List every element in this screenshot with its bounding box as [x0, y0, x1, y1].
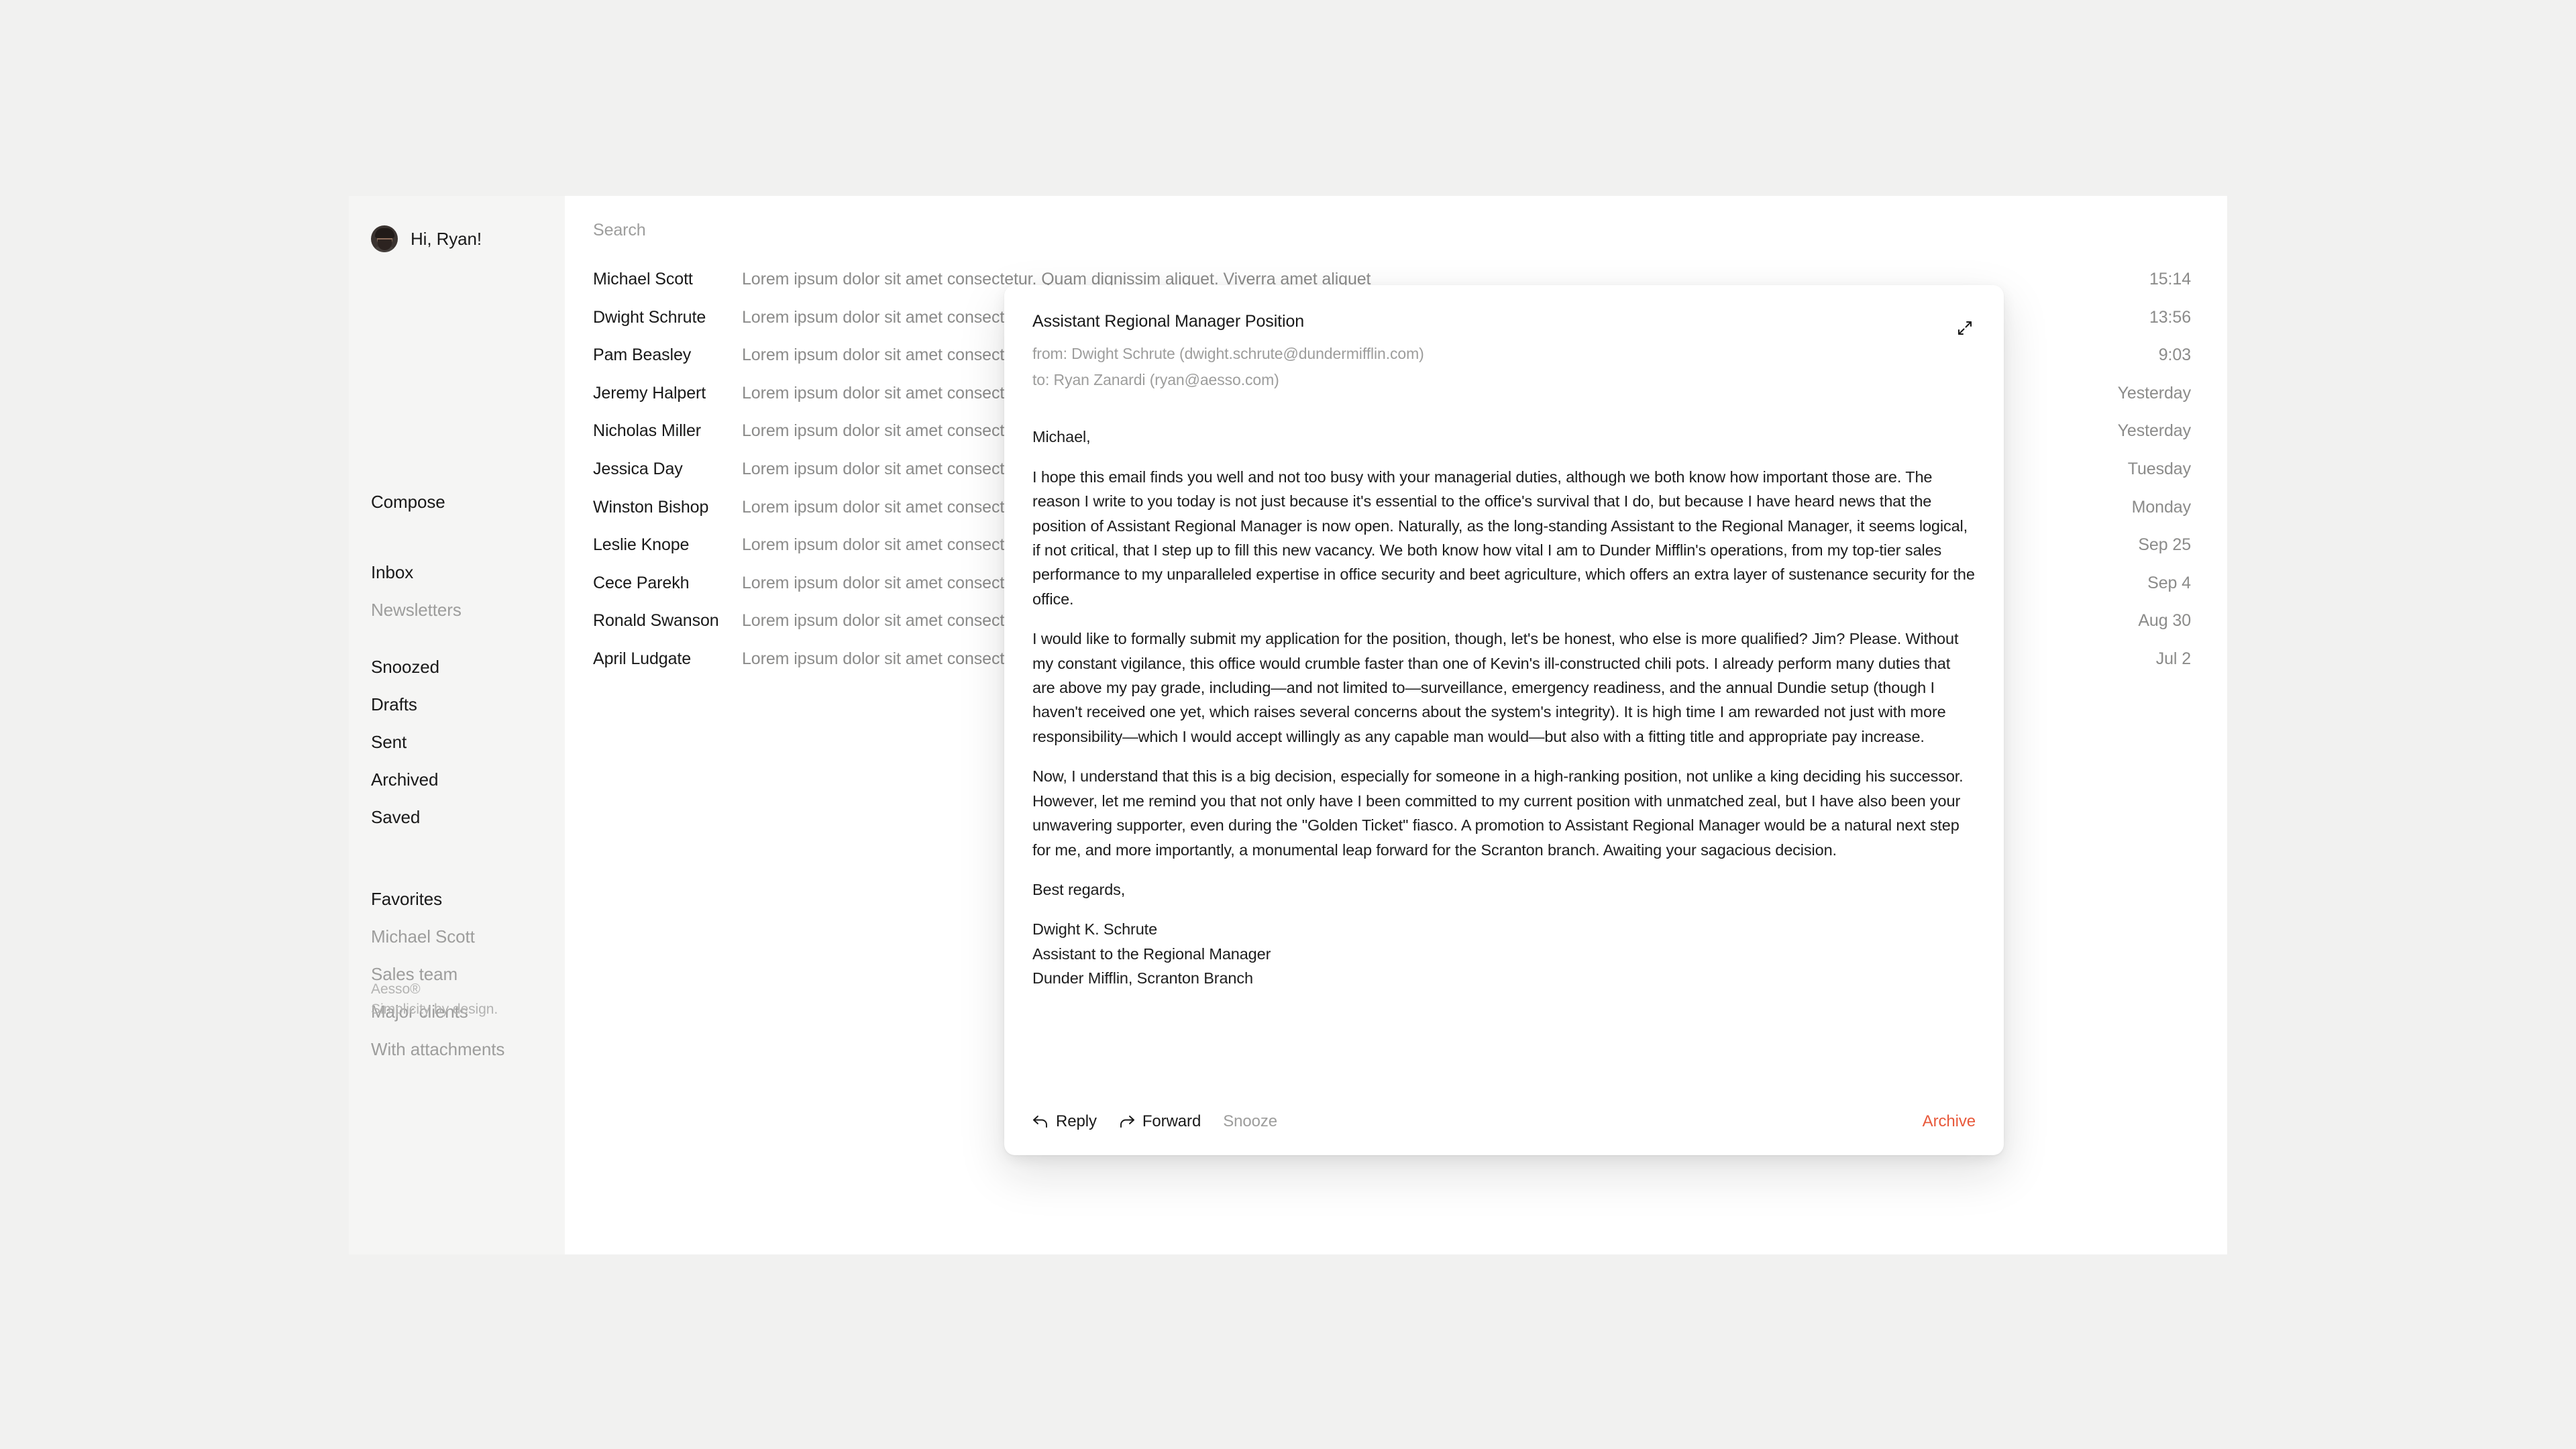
sidebar-favorite-with-attachments[interactable]: With attachments — [371, 1040, 504, 1058]
forward-button[interactable]: Forward — [1119, 1112, 1201, 1131]
email-detail-modal: Assistant Regional Manager Position from… — [1004, 285, 2004, 1155]
sidebar-nav: Inbox Newsletters Snoozed Drafts Sent Ar… — [371, 564, 462, 826]
email-salutation: Michael, — [1032, 428, 1091, 446]
mail-time: Yesterday — [2117, 421, 2191, 441]
mail-time: Monday — [2131, 497, 2191, 517]
brand-name: Aesso® — [371, 981, 421, 997]
reply-arrow-icon — [1032, 1114, 1049, 1129]
signature-name: Dwight K. Schrute — [1032, 920, 1158, 938]
expand-diagonal-icon[interactable] — [1951, 315, 1978, 341]
mail-sender: Winston Bishop — [593, 497, 709, 517]
reply-button[interactable]: Reply — [1032, 1112, 1097, 1131]
email-subject: Assistant Regional Manager Position — [1032, 312, 1305, 331]
favorites-heading: Favorites — [371, 889, 443, 909]
sidebar: Hi, Ryan! Compose Inbox Newsletters Snoo… — [349, 196, 565, 1254]
email-body: Michael, I hope this email finds you wel… — [1004, 392, 2004, 990]
mail-sender: Michael Scott — [593, 270, 693, 288]
avatar[interactable] — [371, 225, 398, 252]
sidebar-favorite-michael-scott[interactable]: Michael Scott — [371, 928, 504, 945]
mail-sender: Leslie Knope — [593, 535, 690, 555]
mail-time: Sep 25 — [2138, 535, 2191, 555]
email-header: Assistant Regional Manager Position from… — [1004, 285, 2004, 392]
sidebar-user-greeting[interactable]: Hi, Ryan! — [371, 225, 482, 252]
mail-sender: Pam Beasley — [593, 345, 692, 365]
sidebar-item-sent[interactable]: Sent — [371, 733, 462, 751]
mail-time: 9:03 — [2158, 345, 2191, 365]
signature-title: Assistant to the Regional Manager — [1032, 945, 1271, 963]
app-window: Hi, Ryan! Compose Inbox Newsletters Snoo… — [349, 196, 2227, 1254]
mail-time: Yesterday — [2117, 383, 2191, 402]
sidebar-item-saved[interactable]: Saved — [371, 808, 462, 826]
mail-sender: Dwight Schrute — [593, 307, 706, 327]
forward-arrow-icon — [1119, 1114, 1135, 1129]
sidebar-item-archived[interactable]: Archived — [371, 771, 462, 788]
mail-time: Aug 30 — [2138, 611, 2191, 631]
mail-time: 13:56 — [2149, 307, 2191, 327]
search-input[interactable] — [593, 220, 1063, 240]
mail-time: Tuesday — [2127, 459, 2191, 478]
snooze-button[interactable]: Snooze — [1223, 1112, 1277, 1131]
main-content: Michael ScottLorem ipsum dolor sit amet … — [565, 196, 2227, 1254]
email-paragraph-1: I hope this email finds you well and not… — [1032, 468, 1975, 608]
mail-time: Jul 2 — [2155, 649, 2191, 668]
mail-sender: Nicholas Miller — [593, 421, 702, 441]
mail-sender: Ronald Swanson — [593, 611, 719, 631]
email-closing: Best regards, — [1032, 881, 1126, 898]
reply-label: Reply — [1056, 1112, 1097, 1130]
sidebar-favorites-section: Favorites Michael Scott Sales team Major… — [371, 890, 504, 1058]
mail-sender: April Ludgate — [593, 649, 692, 668]
brand-tagline: Simplicity by design. — [371, 1001, 498, 1017]
email-from: from: Dwight Schrute (dwight.schrute@dun… — [1032, 345, 1424, 362]
greeting-text: Hi, Ryan! — [411, 228, 482, 249]
search-bar[interactable] — [593, 217, 1063, 244]
sidebar-item-drafts[interactable]: Drafts — [371, 696, 462, 713]
sidebar-item-newsletters[interactable]: Newsletters — [371, 601, 462, 619]
mail-sender: Cece Parekh — [593, 573, 690, 592]
snooze-label: Snooze — [1223, 1112, 1278, 1130]
nav-compose-section: Compose — [371, 493, 445, 511]
mail-sender: Jeremy Halpert — [593, 383, 706, 402]
sidebar-item-compose[interactable]: Compose — [371, 493, 445, 511]
email-action-bar: Reply Forward Snooze Archive — [1004, 1088, 2004, 1155]
forward-label: Forward — [1142, 1112, 1201, 1130]
mail-time: Sep 4 — [2147, 573, 2191, 592]
email-action-group: Reply Forward Snooze — [1032, 1112, 1277, 1131]
email-paragraph-3: Now, I understand that this is a big dec… — [1032, 767, 1964, 859]
signature-company: Dunder Mifflin, Scranton Branch — [1032, 969, 1253, 987]
email-signature: Dwight K. Schrute Assistant to the Regio… — [1032, 917, 1976, 990]
mail-time: 15:14 — [2149, 270, 2191, 288]
sidebar-footer: Aesso® Simplicity by design. — [371, 979, 498, 1020]
sidebar-item-snoozed[interactable]: Snoozed — [371, 658, 462, 676]
email-paragraph-2: I would like to formally submit my appli… — [1032, 630, 1959, 745]
archive-button[interactable]: Archive — [1923, 1112, 1976, 1131]
sidebar-item-inbox[interactable]: Inbox — [371, 564, 462, 581]
mail-sender: Jessica Day — [593, 459, 683, 478]
email-to: to: Ryan Zanardi (ryan@aesso.com) — [1032, 370, 1279, 388]
